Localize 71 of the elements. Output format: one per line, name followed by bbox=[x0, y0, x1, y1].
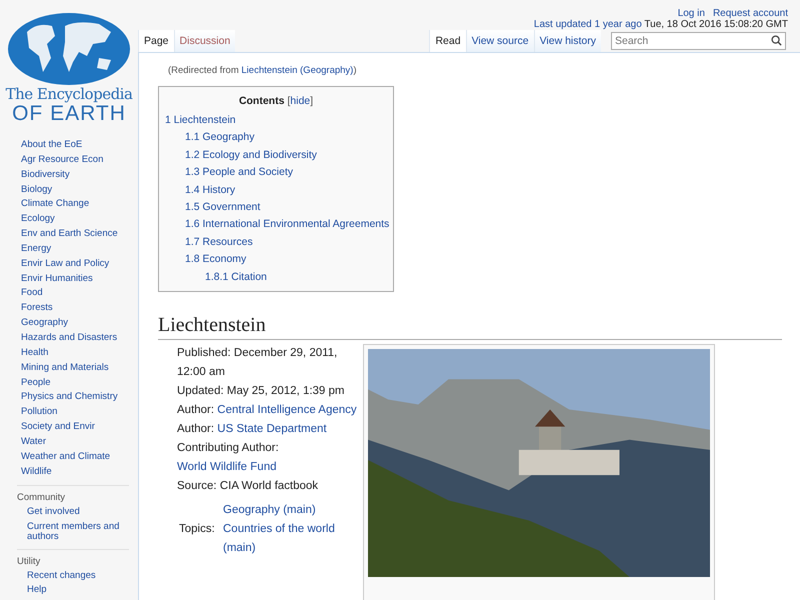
contents-link[interactable]: 1.3 People and Society bbox=[185, 164, 387, 182]
contents-link[interactable]: 1.4 History bbox=[185, 182, 387, 200]
sidebar-link[interactable]: Wildlife bbox=[21, 464, 138, 480]
metadata-label: Contributing Author: bbox=[177, 442, 279, 454]
topic-link[interactable]: Countries of the world (main) bbox=[223, 520, 343, 558]
sidebar-link[interactable]: Geography bbox=[21, 316, 138, 331]
bracket: ] bbox=[310, 95, 314, 107]
sidebar-link[interactable]: Mining and Materials bbox=[21, 360, 138, 376]
sidebar-link[interactable]: Health bbox=[21, 346, 138, 361]
sidebar-link[interactable]: Energy bbox=[21, 242, 138, 257]
metadata-line: Source: CIA World factbook bbox=[177, 479, 320, 494]
account-link[interactable]: Request account bbox=[712, 8, 788, 19]
contents-link[interactable]: 1.8 Economy bbox=[185, 251, 387, 269]
sidebar-link[interactable]: About the EoE bbox=[21, 138, 138, 153]
contents-link[interactable]: 1.8.1 Citation bbox=[205, 268, 387, 286]
sidebar-link[interactable]: Forests bbox=[21, 301, 138, 316]
contents-link[interactable]: 1.5 Government bbox=[185, 199, 387, 216]
sidebar-link[interactable]: Biodiversity bbox=[21, 168, 138, 183]
sidebar-link[interactable]: Agr Resource Econ bbox=[21, 152, 138, 168]
metadata-line: Updated: May 25, 2012, 1:39 pm bbox=[177, 384, 346, 399]
sidebar-link[interactable]: Help bbox=[17, 585, 129, 596]
sidebar-link[interactable]: Current members and authors bbox=[17, 522, 129, 543]
sidebar-link[interactable]: Physics and Chemistry bbox=[21, 390, 138, 406]
sidebar-link[interactable]: Hazards and Disasters bbox=[21, 330, 138, 346]
sidebar-link[interactable]: Get involved bbox=[17, 507, 129, 518]
sidebar-link[interactable]: People bbox=[21, 376, 138, 390]
contents-link[interactable]: 1.7 Resources bbox=[185, 234, 387, 252]
sidebar-link[interactable]: Weather and Climate bbox=[21, 450, 138, 465]
contents-link[interactable]: 1.6 International Environmental Agreements bbox=[185, 216, 387, 234]
contents-link[interactable]: 1.2 Ecology and Biodiversity bbox=[185, 146, 387, 164]
metadata-label: Author: bbox=[177, 423, 214, 435]
portal-heading: Utility bbox=[17, 554, 42, 568]
sidebar-link[interactable]: Envir Law and Policy bbox=[21, 256, 138, 272]
author-link[interactable]: World Wildlife Fund bbox=[177, 461, 276, 473]
tab[interactable]: Discussion bbox=[174, 30, 236, 52]
hide-link[interactable]: hide bbox=[290, 95, 310, 107]
contents-link[interactable]: 1.1 Geography bbox=[185, 129, 387, 147]
last-updated-date: Tue, 18 Oct 2016 15:08:20 GMT bbox=[644, 19, 788, 30]
search-field[interactable]: Search bbox=[611, 32, 786, 50]
tab[interactable]: Read bbox=[429, 30, 466, 52]
redirect-link[interactable]: Liechtenstein (Geography) bbox=[241, 65, 354, 76]
last-updated-link[interactable]: Last updated 1 year ago bbox=[534, 19, 642, 30]
globe-icon bbox=[7, 12, 131, 86]
sidebar-link[interactable]: Recent changes bbox=[17, 570, 129, 582]
sidebar-link[interactable]: Society and Envir bbox=[21, 420, 138, 435]
sidebar-link[interactable]: Food bbox=[21, 286, 138, 302]
sidebar-link[interactable]: Ecology bbox=[21, 212, 138, 228]
sidebar-link[interactable]: Env and Earth Science bbox=[21, 227, 138, 242]
contents-title: Contents bbox=[238, 95, 284, 107]
tab[interactable]: View history bbox=[534, 30, 601, 52]
sidebar-link[interactable]: Pollution bbox=[21, 405, 138, 420]
redirect-note: (Redirected from Liechtenstein (Geography)) bbox=[168, 65, 358, 77]
metadata-label: Author: bbox=[177, 404, 214, 416]
article-heading: Liechtenstein bbox=[158, 312, 782, 340]
author-link[interactable]: Central Intelligence Agency bbox=[217, 404, 357, 416]
contents-link[interactable]: 1 Liechtenstein bbox=[165, 112, 387, 130]
sidebar-link[interactable]: Water bbox=[21, 434, 138, 450]
author-link[interactable]: US State Department bbox=[217, 423, 327, 435]
metadata-line: Published: December 29, 2011, 12:00 am bbox=[177, 346, 338, 380]
logo[interactable]: The Encyclopedia OF EARTH bbox=[0, 0, 138, 126]
sidebar-link[interactable]: Biology bbox=[21, 182, 138, 198]
bracket: [ bbox=[287, 95, 290, 107]
sidebar-link[interactable]: Climate Change bbox=[21, 197, 138, 212]
sidebar-link[interactable]: Envir Humanities bbox=[21, 272, 138, 286]
tab[interactable]: View source bbox=[466, 30, 534, 52]
account-link[interactable]: Log in bbox=[678, 8, 705, 19]
portal-heading: Community bbox=[17, 491, 66, 504]
tab[interactable]: Page bbox=[138, 30, 174, 52]
topics-label: Topics: bbox=[178, 522, 216, 537]
topic-link[interactable]: Geography (main) bbox=[223, 501, 343, 520]
search-icon bbox=[771, 35, 782, 46]
